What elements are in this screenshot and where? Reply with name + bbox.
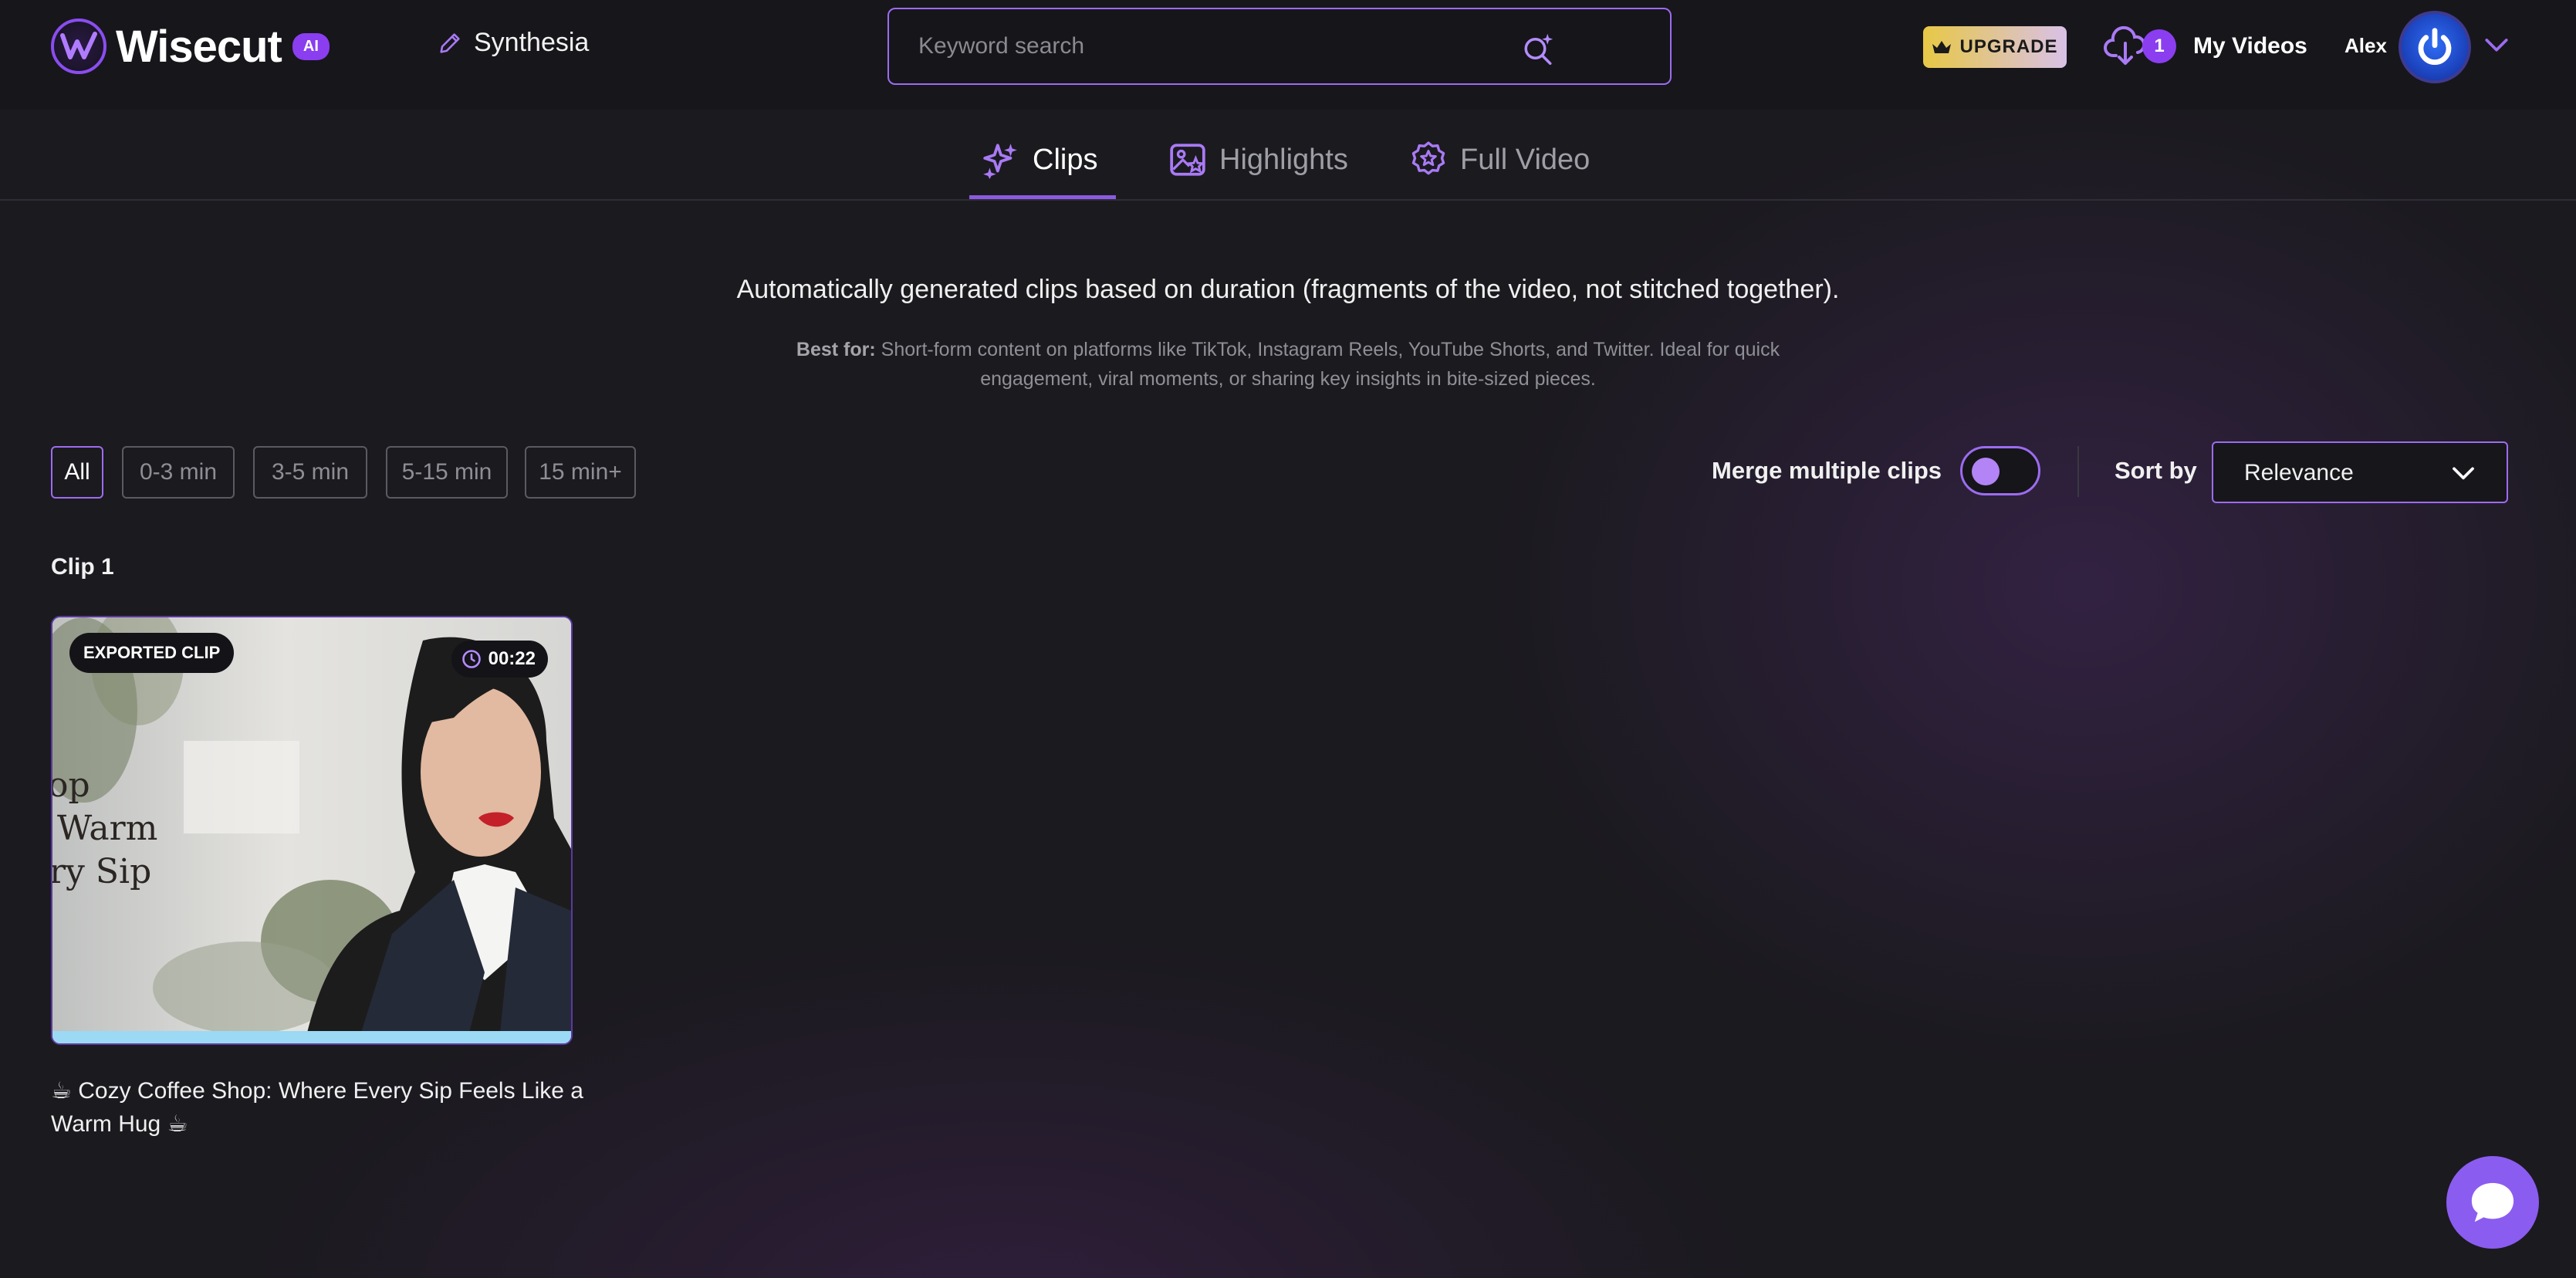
upgrade-label: UPGRADE bbox=[1959, 36, 2058, 57]
filter-5-15-min[interactable]: 5-15 min bbox=[386, 446, 508, 499]
pencil-icon bbox=[440, 32, 460, 53]
chat-support-button[interactable] bbox=[2446, 1156, 2539, 1249]
top-bar: Wisecut AI Synthesia UPGRADE 1 My Videos… bbox=[0, 0, 2576, 110]
sort-value: Relevance bbox=[2244, 460, 2354, 485]
app-name: Wisecut bbox=[116, 21, 282, 72]
search-input[interactable] bbox=[918, 9, 1597, 83]
chat-bubble-icon bbox=[2471, 1182, 2514, 1222]
crown-icon bbox=[1932, 41, 1952, 53]
project-name-editor[interactable]: Synthesia bbox=[437, 28, 589, 58]
tab-label: Full Video bbox=[1460, 143, 1591, 176]
merge-clips-toggle[interactable] bbox=[1960, 446, 2040, 495]
best-for-note: Best for: Short-form content on platform… bbox=[772, 335, 1804, 394]
user-name: Alex bbox=[2344, 34, 2387, 57]
clock-icon bbox=[461, 650, 481, 668]
best-for-text: Short-form content on platforms like Tik… bbox=[881, 339, 1780, 390]
clip-heading: Clip 1 bbox=[51, 554, 114, 580]
sort-by-label: Sort by bbox=[2115, 457, 2197, 484]
active-tab-indicator bbox=[969, 195, 1116, 199]
best-for-label: Best for: bbox=[796, 339, 876, 360]
clip-title[interactable]: ☕ Cozy Coffee Shop: Where Every Sip Feel… bbox=[51, 1074, 591, 1141]
upgrade-button[interactable]: UPGRADE bbox=[1923, 26, 2067, 68]
filter-15-min-plus[interactable]: 15 min+ bbox=[525, 446, 636, 499]
sparkles-icon bbox=[983, 144, 1017, 179]
ai-search-icon[interactable] bbox=[1522, 32, 1554, 65]
divider bbox=[2077, 446, 2079, 497]
duration-text: 00:22 bbox=[488, 648, 536, 669]
power-icon bbox=[2418, 28, 2452, 66]
keyword-search bbox=[887, 8, 1672, 85]
clip-card[interactable]: op Warm ry Sip EXPORTED CLIP 00:22 bbox=[51, 616, 573, 1045]
wisecut-logo-icon bbox=[51, 19, 106, 74]
image-star-icon bbox=[1170, 144, 1205, 176]
tab-clips[interactable]: Clips bbox=[982, 140, 1097, 179]
merge-clips-label: Merge multiple clips bbox=[1712, 457, 1942, 484]
tab-label: Clips bbox=[1033, 143, 1098, 176]
clip-progress-bar bbox=[52, 1031, 571, 1043]
ai-badge: AI bbox=[292, 32, 330, 60]
filter-0-3-min[interactable]: 0-3 min bbox=[122, 446, 235, 499]
exported-clip-badge: EXPORTED CLIP bbox=[69, 633, 235, 673]
view-tabs: Clips Highlights Full Video bbox=[0, 110, 2576, 201]
thumb-text-line-3: ry Sip bbox=[52, 852, 151, 891]
clips-description: Automatically generated clips based on d… bbox=[736, 275, 1840, 304]
cloud-download-icon bbox=[2104, 25, 2146, 65]
tab-label: Highlights bbox=[1219, 143, 1348, 176]
filter-all[interactable]: All bbox=[51, 446, 103, 499]
toggle-knob bbox=[1972, 458, 2000, 485]
badge-star-icon bbox=[1411, 141, 1445, 175]
thumb-text-line-1: op bbox=[52, 766, 90, 805]
user-avatar[interactable] bbox=[2399, 11, 2471, 83]
chevron-down-icon bbox=[2453, 467, 2474, 480]
download-count-badge: 1 bbox=[2142, 29, 2176, 63]
clip-thumbnail: op Warm ry Sip bbox=[52, 617, 571, 1033]
tab-highlights[interactable]: Highlights bbox=[1168, 140, 1348, 179]
thumb-text-line-2: Warm bbox=[57, 809, 157, 848]
my-videos-label: My Videos bbox=[2193, 33, 2307, 59]
account-menu-chevron-icon[interactable] bbox=[2483, 34, 2510, 57]
sort-by-select[interactable]: Relevance bbox=[2212, 441, 2508, 503]
filter-3-5-min[interactable]: 3-5 min bbox=[253, 446, 367, 499]
app-logo[interactable]: Wisecut AI bbox=[51, 19, 330, 74]
clip-duration-badge: 00:22 bbox=[451, 641, 548, 678]
my-videos-button[interactable]: 1 My Videos bbox=[2104, 25, 2307, 68]
tab-full-video[interactable]: Full Video bbox=[1409, 140, 1590, 179]
project-name: Synthesia bbox=[474, 28, 590, 57]
